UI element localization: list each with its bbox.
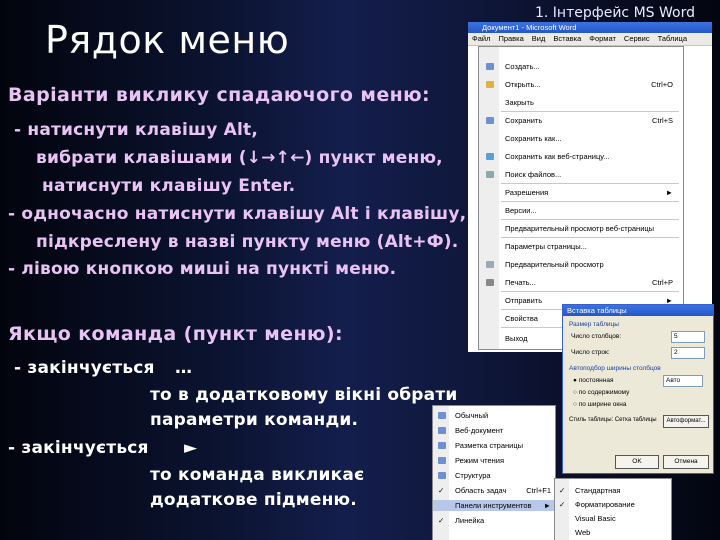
ellipsis-symbol: … — [175, 358, 193, 378]
menu-table[interactable]: Таблица — [654, 33, 691, 45]
menu-bar: Файл Правка Вид Вставка Формат Сервис Таблица — [468, 33, 712, 46]
file-page-setup-item[interactable]: Параметры страницы... — [479, 241, 683, 252]
table-size-group: Размер таблицы — [569, 321, 619, 328]
rows-label: Число строк: — [571, 349, 610, 356]
file-web-preview-item[interactable]: Предварительный просмотр веб-страницы — [479, 223, 683, 234]
file-print-preview-item[interactable]: Предварительный просмотр — [479, 259, 683, 270]
arrow-explain-1: то команда викликає — [150, 465, 365, 485]
bullet-alt-underlined: - одночасно натиснути клавішу Alt і клав… — [8, 204, 467, 224]
file-open-item[interactable]: Открыть... Ctrl+O — [479, 79, 683, 90]
rows-input[interactable]: 2 — [671, 347, 705, 359]
section-title-call-variants: Варіанти виклику спадаючого меню: — [8, 84, 431, 106]
corner-title: 1. Інтерфейс MS Word — [535, 5, 695, 21]
file-permissions-item[interactable]: Разрешения ► — [479, 187, 683, 198]
insert-table-dialog: Вставка таблицы Размер таблицы Число сто… — [562, 304, 714, 474]
bullet-enter: натиснути клавішу Enter. — [42, 176, 296, 196]
file-print-item[interactable]: Печать... Ctrl+P — [479, 277, 683, 288]
autofit-group: Автоподбор ширины столбцов — [569, 365, 661, 372]
menu-view[interactable]: Вид — [528, 33, 550, 45]
ellipsis-explain-2: параметри команди. — [150, 410, 359, 430]
submenu-formatting-item[interactable]: ✓ Форматирование — [555, 499, 671, 510]
file-versions-item[interactable]: Версии... — [479, 205, 683, 216]
arrow-symbol: ► — [184, 438, 198, 458]
cancel-button[interactable]: Отмена — [663, 455, 709, 469]
menu-insert[interactable]: Вставка — [549, 33, 585, 45]
columns-label: Число столбцов: — [571, 333, 622, 340]
columns-input[interactable]: 5 — [671, 331, 705, 343]
view-normal-item[interactable]: Обычный — [433, 410, 555, 421]
ellipsis-explain-1: то в додатковому вікні обрати — [150, 385, 458, 405]
menu-tools[interactable]: Сервис — [620, 33, 654, 45]
view-outline-item[interactable]: Структура — [433, 470, 555, 481]
bullet-mouse: - лівою кнопкою миші на пункті меню. — [8, 259, 397, 279]
view-menu-screenshot: Обычный Веб-документ Разметка страницы Р… — [432, 405, 556, 540]
ends-with-ellipsis-label: - закінчується — [14, 358, 155, 378]
bullet-arrows: вибрати клавішами (↓→↑←) пункт меню, — [36, 148, 443, 168]
auto-width-select[interactable]: Авто — [663, 375, 703, 387]
section-title-command: Якщо команда (пункт меню): — [8, 323, 343, 345]
arrow-explain-2: додаткове підменю. — [150, 490, 357, 510]
word-window-screenshot: Документ1 - Microsoft Word Файл Правка Вид… — [468, 22, 712, 352]
menu-edit[interactable]: Правка — [494, 33, 527, 45]
bullet-alt-underlined-cont: підкреслену в назві пункту меню (Alt+Ф). — [36, 232, 459, 252]
dialog-title-bar: Вставка таблицы — [563, 305, 713, 316]
file-save-item[interactable]: Сохранить Ctrl+S — [479, 115, 683, 126]
view-web-item[interactable]: Веб-документ — [433, 425, 555, 436]
autofit-content-radio[interactable]: ○ по содержимому — [573, 389, 629, 396]
submenu-web-item[interactable]: Web — [555, 527, 671, 538]
view-reading-item[interactable]: Режим чтения — [433, 455, 555, 466]
view-ruler-item[interactable]: ✓ Линейка — [433, 515, 555, 526]
view-print-layout-item[interactable]: Разметка страницы — [433, 440, 555, 451]
file-new-item[interactable]: Создать... — [479, 61, 683, 72]
menu-file[interactable]: Файл — [468, 33, 494, 45]
view-task-pane-item[interactable]: ✓ Область задач Ctrl+F1 — [433, 485, 555, 496]
autoformat-button[interactable]: Автоформат... — [663, 415, 709, 428]
file-save-web-item[interactable]: Сохранить как веб-страницу... — [479, 151, 683, 162]
menu-format[interactable]: Формат — [585, 33, 620, 45]
file-search-item[interactable]: Поиск файлов... — [479, 169, 683, 180]
ok-button[interactable]: OK — [615, 455, 659, 469]
view-toolbars-item[interactable]: Панели инструментов ► — [433, 500, 555, 511]
slide: 1. Інтерфейс MS Word Рядок меню Варіанти… — [0, 0, 720, 540]
page-title: Рядок меню — [45, 18, 290, 62]
file-save-as-item[interactable]: Сохранить как... — [479, 133, 683, 144]
fixed-width-radio[interactable]: ● постоянная — [573, 377, 613, 384]
table-style-label: Стиль таблицы: Сетка таблицы — [569, 417, 657, 423]
document-toolbar-strip — [690, 48, 704, 108]
ends-with-arrow-label: - закінчується — [8, 438, 149, 458]
word-title-bar: Документ1 - Microsoft Word — [468, 22, 712, 33]
bullet-alt: - натиснути клавішу Alt, — [14, 120, 259, 140]
submenu-standard-item[interactable]: ✓ Стандартная — [555, 485, 671, 496]
submenu-vba-item[interactable]: Visual Basic — [555, 513, 671, 524]
autofit-window-radio[interactable]: ○ по ширине окна — [573, 401, 626, 408]
toolbars-submenu: ✓ Стандартная ✓ Форматирование Visual Basi… — [554, 478, 672, 540]
file-close-item[interactable]: Закрыть — [479, 97, 683, 108]
